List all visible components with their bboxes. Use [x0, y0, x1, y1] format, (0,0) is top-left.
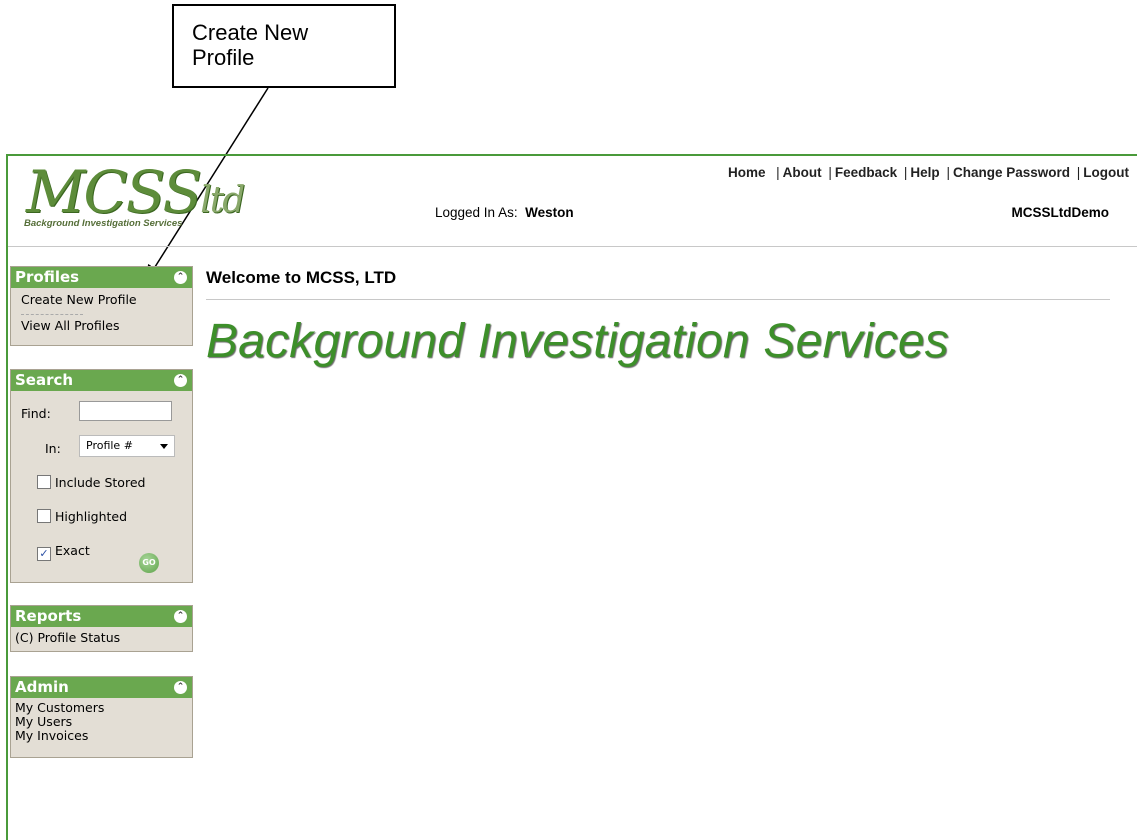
view-all-profiles-link[interactable]: View All Profiles: [11, 318, 192, 334]
logo[interactable]: MCSSltd Background Investigation Service…: [20, 158, 245, 232]
admin-panel: Admin ⌃ My Customers My Users My Invoice…: [10, 676, 193, 758]
app-frame: MCSSltd Background Investigation Service…: [6, 154, 1137, 840]
nav-home[interactable]: Home: [728, 165, 766, 180]
exact-checkbox[interactable]: ✓: [37, 547, 51, 561]
search-in-select[interactable]: Profile #: [79, 435, 175, 457]
collapse-icon[interactable]: ⌃: [174, 681, 187, 694]
logo-tagline: Background Investigation Services: [24, 218, 183, 229]
client-name: MCSSLtdDemo: [1011, 205, 1110, 220]
find-input[interactable]: [79, 401, 172, 421]
go-button[interactable]: GO: [139, 553, 159, 573]
welcome-heading: Welcome to MCSS, LTD: [206, 268, 397, 287]
highlighted-option[interactable]: Highlighted: [37, 509, 127, 524]
profile-status-report-link[interactable]: (C) Profile Status: [11, 630, 192, 646]
my-users-link[interactable]: My Users: [11, 715, 192, 729]
nav-about[interactable]: About: [783, 165, 822, 180]
top-nav: Home | About | Feedback | Help | Change Pass…: [728, 165, 1129, 180]
create-new-profile-link[interactable]: Create New Profile: [11, 292, 192, 308]
callout-box: Create New Profile: [172, 4, 396, 88]
nav-change-password[interactable]: Change Password: [953, 165, 1070, 180]
profiles-header[interactable]: Profiles ⌃: [11, 267, 192, 288]
highlighted-checkbox[interactable]: [37, 509, 51, 523]
logged-in-as: Logged In As: Weston: [435, 205, 574, 220]
profiles-panel: Profiles ⌃ Create New Profile View All P…: [10, 266, 193, 346]
collapse-icon[interactable]: ⌃: [174, 271, 187, 284]
nav-logout[interactable]: Logout: [1083, 165, 1129, 180]
page-title: Background Investigation Services: [206, 315, 950, 368]
include-stored-option[interactable]: Include Stored: [37, 475, 145, 490]
nav-feedback[interactable]: Feedback: [835, 165, 897, 180]
include-stored-checkbox[interactable]: [37, 475, 51, 489]
in-label: In:: [45, 441, 61, 456]
admin-header[interactable]: Admin ⌃: [11, 677, 192, 698]
logo-mark: MCSSltd: [26, 158, 245, 226]
my-customers-link[interactable]: My Customers: [11, 701, 192, 715]
nav-help[interactable]: Help: [910, 165, 939, 180]
search-panel: Search ⌃ Find: In: Profile # Include Sto…: [10, 369, 193, 583]
reports-panel: Reports ⌃ (C) Profile Status: [10, 605, 193, 652]
logged-in-label: Logged In As:: [435, 205, 518, 220]
exact-option[interactable]: ✓ Exact: [37, 543, 90, 561]
reports-header[interactable]: Reports ⌃: [11, 606, 192, 627]
collapse-icon[interactable]: ⌃: [174, 610, 187, 623]
search-header[interactable]: Search ⌃: [11, 370, 192, 391]
logged-in-user: Weston: [525, 205, 574, 220]
collapse-icon[interactable]: ⌃: [174, 374, 187, 387]
chevron-down-icon: [160, 444, 168, 449]
find-label: Find:: [21, 406, 51, 421]
header: MCSSltd Background Investigation Service…: [8, 156, 1137, 247]
divider: [206, 299, 1110, 300]
divider: [21, 314, 83, 315]
callout-text-line2: Profile: [192, 45, 255, 70]
my-invoices-link[interactable]: My Invoices: [11, 729, 192, 743]
callout-text-line1: Create New: [192, 20, 309, 45]
